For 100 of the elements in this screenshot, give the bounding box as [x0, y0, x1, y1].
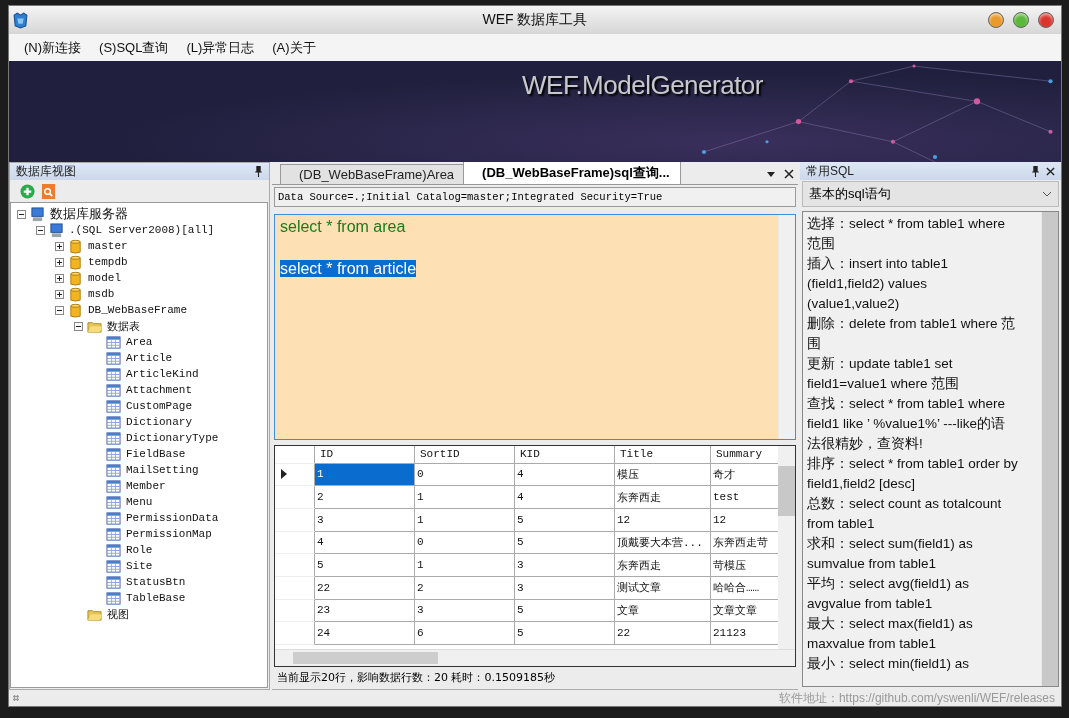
table-cell: 22 [315, 576, 415, 600]
tree-item[interactable]: Dictionary [126, 416, 192, 428]
sql-example: 删除：delete from table1 where 范围 [807, 315, 1017, 353]
pin-icon[interactable] [254, 166, 263, 177]
table-cell: 1 [315, 463, 415, 487]
table-icon [106, 462, 121, 478]
tree-item[interactable]: msdb [88, 288, 115, 300]
table-cell: 2 [415, 576, 515, 600]
sql-example: 插入：insert into table1 (field1,field2) values (value1,value2) [807, 255, 950, 313]
connection-string-field[interactable]: Data Source=.;Initial Catalog=master;Integrated Security=True [274, 187, 796, 207]
tree-item[interactable]: model [88, 272, 121, 284]
tree-item[interactable]: ArticleKind [126, 368, 199, 380]
database-icon [68, 254, 83, 270]
table-cell: 3 [515, 554, 615, 577]
tree-item[interactable]: Attachment [126, 384, 192, 396]
tree-item[interactable]: 视图 [107, 606, 129, 622]
banner-title: WEF.ModelGenerator [522, 70, 763, 101]
table-cell: 23 [315, 599, 415, 623]
expander-icon[interactable] [55, 273, 64, 283]
table-cell: 22 [615, 622, 711, 645]
chevron-icon[interactable] [1042, 191, 1052, 197]
tree-item[interactable]: master [88, 240, 128, 252]
tree-item[interactable]: Member [126, 480, 166, 492]
tree-item[interactable]: TableBase [126, 592, 186, 604]
table-cell: 1 [415, 554, 515, 577]
maximize-button[interactable] [1013, 12, 1029, 28]
tree-item[interactable]: Article [126, 352, 173, 364]
table-cell: 4 [515, 486, 615, 509]
close-icon[interactable] [1046, 165, 1055, 177]
scrollbar[interactable] [778, 215, 795, 439]
table-cell: 1 [415, 486, 515, 509]
menubar-entry[interactable]: (S)SQL查询 [90, 36, 178, 59]
tree-item[interactable]: Area [126, 336, 153, 348]
table-cell: 5 [515, 599, 615, 623]
tab[interactable]: (DB_WebBaseFrame)sql查询... [463, 161, 681, 184]
sql-example: 平均：select avg(field1) as avgvalue from table1 [807, 575, 971, 613]
table-icon [106, 350, 121, 366]
menubar-entry[interactable]: (N)新连接 [15, 36, 91, 59]
menubar-entry[interactable]: (A)关于 [263, 36, 325, 59]
close-icon[interactable] [784, 169, 794, 179]
resize-grip-icon[interactable] [13, 695, 19, 701]
table-cell: 3 [415, 599, 515, 623]
dropdown-icon[interactable] [766, 169, 776, 179]
table-icon [106, 590, 121, 606]
table-icon [106, 510, 121, 526]
scrollbar[interactable] [778, 445, 795, 649]
tree-item[interactable]: Menu [126, 496, 153, 508]
table-cell: 测试文章 [615, 576, 711, 600]
scrollbar[interactable] [275, 649, 795, 666]
minimize-button[interactable] [988, 12, 1004, 28]
table-icon [106, 366, 121, 382]
panel-title: 数据库视图 [16, 163, 77, 180]
database-icon [68, 286, 83, 302]
sql-category-dropdown[interactable]: 基本的sql语句 [802, 181, 1059, 207]
tree-item[interactable]: FieldBase [126, 448, 186, 460]
expander-icon[interactable] [74, 321, 83, 331]
table-icon [106, 494, 121, 510]
menubar-entry[interactable]: (L)异常日志 [177, 36, 264, 59]
tree-item[interactable]: Role [126, 544, 153, 556]
pin-icon[interactable] [1031, 165, 1040, 177]
table-cell: 0 [415, 463, 515, 487]
table-cell: 顶戴要大本营... [615, 531, 711, 555]
add-icon[interactable] [20, 183, 35, 199]
column-header[interactable]: ID [315, 445, 415, 464]
table-cell: 5 [515, 622, 615, 645]
close-button[interactable] [1038, 12, 1054, 28]
tree-item[interactable]: .(SQL Server2008)[all] [69, 224, 215, 236]
table-icon [106, 478, 121, 494]
tree-item[interactable]: 数据表 [107, 318, 140, 334]
expander-icon[interactable] [17, 209, 26, 219]
table-cell: 3 [315, 508, 415, 532]
column-header[interactable]: Title [615, 445, 711, 464]
table-cell: 3 [515, 576, 615, 600]
column-header[interactable]: KID [515, 445, 615, 464]
tree-item[interactable]: tempdb [88, 256, 128, 268]
column-header[interactable]: SortID [415, 445, 515, 464]
tree-item[interactable]: 数据库服务器 [50, 205, 128, 223]
tree-item[interactable]: DictionaryType [126, 432, 219, 444]
tree-item[interactable]: CustomPage [126, 400, 192, 412]
expander-icon[interactable] [36, 225, 45, 235]
current-row-icon [281, 469, 287, 480]
tree-item[interactable]: Site [126, 560, 153, 572]
table-icon [106, 382, 121, 398]
tree-item[interactable]: StatusBtn [126, 576, 186, 588]
sql-editor[interactable]: select * from area select * from article [274, 214, 796, 440]
tree-item[interactable]: DB_WebBaseFrame [88, 304, 188, 316]
tree-item[interactable]: PermissionMap [126, 528, 212, 540]
scrollbar[interactable] [1041, 212, 1058, 686]
computer-icon [30, 206, 45, 222]
expander-icon[interactable] [55, 289, 64, 299]
tree-item[interactable]: PermissionData [126, 512, 219, 524]
tree-item[interactable]: MailSetting [126, 464, 199, 476]
search-icon[interactable] [41, 183, 56, 199]
tab[interactable]: (DB_WebBaseFrame)Area [280, 164, 466, 184]
table-cell: 4 [315, 531, 415, 555]
expander-icon[interactable] [55, 257, 64, 267]
window-title: WEF 数据库工具 [482, 11, 588, 29]
expander-icon[interactable] [55, 241, 64, 251]
sql-example: 总数：select count as totalcount from table1 [807, 495, 1003, 533]
expander-icon[interactable] [55, 305, 64, 315]
